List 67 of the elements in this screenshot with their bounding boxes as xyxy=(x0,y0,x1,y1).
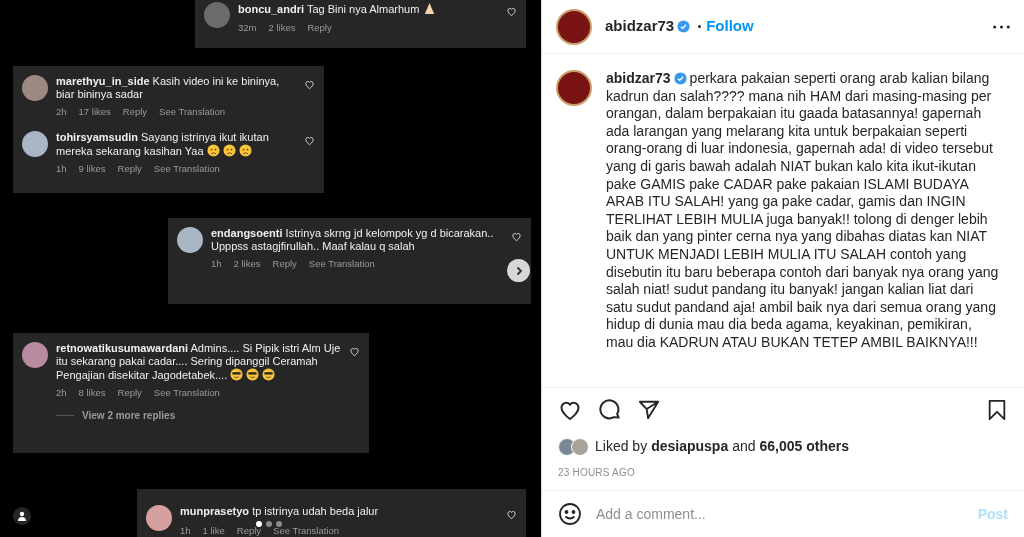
sunglasses-face-icon xyxy=(230,368,244,381)
liker-avatar xyxy=(571,437,589,456)
tagged-user-icon[interactable] xyxy=(13,507,31,525)
comment-action[interactable]: Reply xyxy=(272,258,297,269)
avatar[interactable] xyxy=(146,505,172,531)
follow-button[interactable]: Follow xyxy=(706,15,754,38)
comment-time: 1h xyxy=(180,525,191,536)
comment-input[interactable]: Add a comment... xyxy=(596,503,964,525)
sunglasses-face-icon xyxy=(246,368,260,381)
comment-action[interactable]: See Translation xyxy=(153,163,220,174)
comment-text: tohirsyamsudin Sayang istrinya ikut ikutan mereka sekarang kasihan Yaa xyxy=(56,131,270,158)
emoji-icon[interactable] xyxy=(558,502,582,526)
post-time: 23 HOURS AGO xyxy=(558,466,636,480)
send-icon[interactable] xyxy=(638,399,660,421)
heart-icon[interactable] xyxy=(511,231,522,242)
comment-text: marethyu_in_side Kasih video ini ke bininya, biar bininya sadar xyxy=(56,75,281,101)
avatar[interactable] xyxy=(22,342,48,368)
comment-time: 2h xyxy=(56,387,67,398)
post-caption: abidzar73 perkara pakaian seperti orang arab kalian bilang kadrun dan salah???? mana nih HAM dari masing-masing per orangan, dalam berpakaian itu gaada batasannya! gapernah ada larangan yang melarang kita untuk berpakaian seperti orang-orang di luar indonesia, gapernah ada! di video tersebut yang di garis bawah adalah NIAT bukan kalo kita ikut-ikutan pake GAMIS pake CADAR pake pakaian ISLAMI BUDAYA ARAB ITU SALAH! yang ga pake cadar, gamis dan INGIN TERLIHAT LEBIH MULIA juga banyak!! tolong di denger lebih baik dan yang pinter cerna nya yang dibahas diatas kan NIAT UNTUK MENJADI LEBIH MULIA ITU SALAH contoh yang disebutin itu baru beberapa contoh dari banyak nya orang yang salah niat! sudut pandang itu banyak! jangan kalian liat dari satu sudut pandand aja! ambil baik nya dari semua orang yang hidup di dunia mau dia beda agama, keyakinan, pemikiran, mau dia KADRUN ATAU BUKAN TETEP AMBIL BAIKNYA!!! xyxy=(606,70,1000,352)
comment-action[interactable]: See Translation xyxy=(273,525,340,536)
comment-time: 2h xyxy=(56,106,67,117)
likes-count-link[interactable]: 66,005 others xyxy=(759,436,850,457)
sad-face-icon xyxy=(222,144,236,157)
bookmark-icon[interactable] xyxy=(986,398,1008,422)
comment-action[interactable]: Reply xyxy=(117,163,142,174)
like-count: 8 likes xyxy=(78,387,106,398)
more-options-icon[interactable] xyxy=(993,24,1010,29)
sunglasses-face-icon xyxy=(262,368,276,381)
sad-face-icon xyxy=(238,144,252,157)
username-link[interactable]: abidzar73 xyxy=(605,15,675,38)
liker-link[interactable]: desiapuspa xyxy=(651,436,729,457)
comment-text: endangsoenti Istrinya skrng jd kelompok yg d bicarakan.. Upppss astagjfirullah.. Maaf kalau q salah xyxy=(211,227,495,253)
avatar[interactable] xyxy=(22,75,48,101)
avatar[interactable] xyxy=(177,227,203,253)
comment-action[interactable]: See Translation xyxy=(159,106,226,117)
view-replies-link[interactable]: View 2 more replies xyxy=(82,408,176,423)
profile-avatar[interactable] xyxy=(556,70,592,106)
comment-action[interactable]: Reply xyxy=(122,106,148,117)
sad-face-icon xyxy=(206,144,220,157)
likes-label: Liked by xyxy=(595,437,648,456)
like-count: 2 likes xyxy=(233,258,261,269)
comment-time: 1h xyxy=(56,163,67,174)
heart-icon[interactable] xyxy=(304,135,315,146)
like-count: 17 likes xyxy=(78,106,111,117)
username-link[interactable]: abidzar73 xyxy=(606,70,671,86)
likes-label: and xyxy=(732,437,756,456)
liker-avatar xyxy=(558,437,576,456)
like-count: 2 likes xyxy=(268,22,296,33)
comment-action[interactable]: See Translation xyxy=(153,387,220,398)
heart-icon[interactable] xyxy=(349,346,360,357)
comment-action[interactable]: See Translation xyxy=(308,258,375,269)
profile-avatar[interactable] xyxy=(556,8,592,45)
comment-text: munprasetyo tp istrinya udah beda jalur xyxy=(180,505,380,518)
comment-time: 1h xyxy=(211,258,222,269)
heart-icon[interactable] xyxy=(304,79,315,90)
comment-action[interactable]: Reply xyxy=(307,22,332,33)
comment-action[interactable]: Reply xyxy=(117,387,142,398)
like-count: 9 likes xyxy=(78,163,106,174)
avatar[interactable] xyxy=(22,131,48,157)
like-count: 1 like xyxy=(202,525,225,536)
heart-icon[interactable] xyxy=(506,6,517,17)
comment-time: 32m xyxy=(238,22,257,33)
comment-icon[interactable] xyxy=(598,398,622,422)
heart-icon[interactable] xyxy=(506,509,517,520)
comment-text: boncu_andri Tag Bini nya Almarhum xyxy=(238,2,498,16)
comment-text: retnowatikusumawardani Admins.... Si Pipik istri Alm Uje itu sekarang pakai cadar.... Sering dipanggil Ceramah Pengajian disekitar Jagodetabek.... xyxy=(56,342,341,382)
comment-action[interactable]: Reply xyxy=(236,525,262,536)
